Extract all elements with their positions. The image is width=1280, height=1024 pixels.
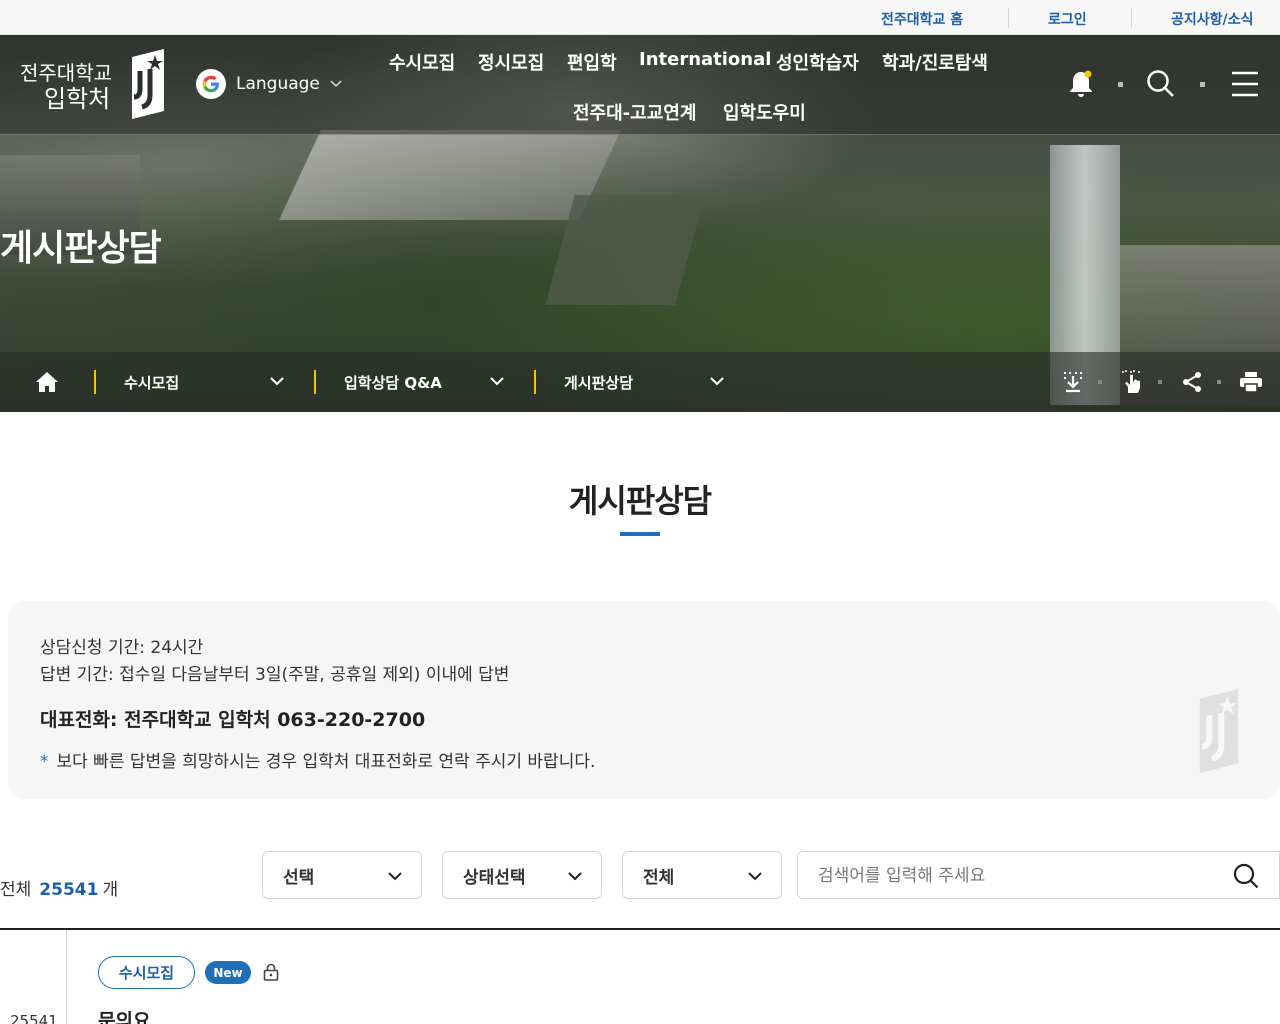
nav-susi[interactable]: 수시모집 — [389, 49, 455, 75]
answer-period-text: 답변 기간: 접수일 다음날부터 3일(주말, 공휴일 제외) 이내에 답변 — [40, 665, 510, 685]
nav-highschool-link[interactable]: 전주대-고교연계 — [573, 99, 696, 125]
category-select-value: 선택 — [283, 867, 315, 888]
download-icon[interactable] — [1062, 370, 1084, 394]
search-icon[interactable] — [1233, 863, 1259, 889]
chevron-down-icon[interactable] — [710, 374, 724, 388]
breadcrumb-item-susi[interactable]: 수시모집 — [124, 352, 179, 412]
bell-icon[interactable] — [1068, 69, 1094, 99]
divider — [1131, 8, 1132, 28]
breadcrumb-item-qna[interactable]: 입학상담 Q&A — [344, 352, 442, 412]
hero-title: 게시판상담 — [0, 228, 162, 269]
breadcrumb: 수시모집 입학상담 Q&A 게시판상담 — [0, 352, 1280, 412]
consult-period-text: 상담신청 기간: 24시간 — [40, 638, 204, 658]
nav-jeongsi[interactable]: 정시모집 — [478, 49, 544, 75]
logo-line2: 입학처 — [44, 85, 111, 113]
total-count: 전체 25541 개 — [0, 875, 118, 900]
asterisk-mark: * — [40, 752, 49, 772]
chevron-down-icon — [568, 872, 582, 881]
print-icon[interactable] — [1240, 372, 1262, 392]
touch-icon[interactable] — [1120, 369, 1144, 395]
search-scope-value: 전체 — [643, 867, 675, 888]
university-emblem-icon — [132, 49, 164, 119]
chevron-down-icon — [388, 872, 402, 881]
search-box — [797, 851, 1280, 899]
post-title-link[interactable]: 문의요 — [98, 1006, 150, 1024]
utility-bar: 전주대학교 홈 로그인 공지사항/소식 — [0, 0, 1280, 35]
share-icon[interactable] — [1181, 371, 1203, 393]
logo-line1: 전주대학교 — [20, 61, 112, 85]
site-logo[interactable]: 전주대학교 입학처 — [20, 61, 112, 114]
nav-transfer[interactable]: 편입학 — [567, 49, 617, 75]
main-header: 전주대학교 입학처 Language 수시모집 정시모집 편입학 Interna… — [0, 35, 1280, 135]
number-column-divider — [66, 930, 67, 1024]
notice-news-link[interactable]: 공지사항/소식 — [1171, 9, 1253, 29]
row-number: 25541 — [10, 1012, 58, 1024]
chevron-down-icon — [330, 80, 342, 88]
hero-banner: 전주대학교 입학처 Language 수시모집 정시모집 편입학 Interna… — [0, 35, 1280, 412]
breadcrumb-item-board[interactable]: 게시판상담 — [564, 352, 633, 412]
nav-department[interactable]: 학과/진로탐색 — [882, 49, 988, 75]
info-note: * 보다 빠른 답변을 희망하시는 경우 입학처 대표전화로 연락 주시기 바랍니… — [40, 747, 595, 772]
login-link[interactable]: 로그인 — [1048, 9, 1087, 29]
jeonju-univ-home-link[interactable]: 전주대학교 홈 — [881, 9, 963, 29]
chevron-down-icon[interactable] — [270, 374, 284, 388]
home-icon[interactable] — [35, 371, 59, 393]
new-badge: New — [205, 961, 251, 984]
search-input[interactable] — [818, 864, 1218, 888]
divider — [1008, 8, 1009, 28]
google-icon — [196, 69, 226, 99]
search-icon[interactable] — [1146, 69, 1176, 99]
total-number: 25541 — [39, 880, 99, 900]
search-scope-select[interactable]: 전체 — [622, 851, 782, 899]
representative-phone: 대표전화: 전주대학교 입학처 063-220-2700 — [40, 709, 426, 731]
category-tag: 수시모집 — [98, 956, 195, 989]
nav-helper[interactable]: 입학도우미 — [723, 99, 806, 125]
lock-icon — [263, 963, 279, 981]
language-label: Language — [236, 74, 320, 94]
list-top-border — [0, 928, 1280, 930]
info-box: 상담신청 기간: 24시간 답변 기간: 접수일 다음날부터 3일(주말, 공휴… — [8, 601, 1280, 799]
note-text: 보다 빠른 답변을 희망하시는 경우 입학처 대표전화로 연락 주시기 바랍니다… — [56, 752, 596, 772]
nav-international[interactable]: International — [639, 49, 771, 70]
language-selector[interactable]: Language — [196, 69, 342, 99]
total-label: 전체 — [0, 880, 32, 900]
category-select[interactable]: 선택 — [262, 851, 422, 899]
status-select-value: 상태선택 — [463, 867, 526, 888]
chevron-down-icon[interactable] — [490, 374, 504, 388]
status-select[interactable]: 상태선택 — [442, 851, 602, 899]
chevron-down-icon — [748, 872, 762, 881]
page-title: 게시판상담 — [568, 482, 712, 520]
university-emblem-watermark-icon — [1199, 689, 1239, 773]
nav-adult-learner[interactable]: 성인학습자 — [776, 49, 859, 75]
total-unit: 개 — [102, 880, 119, 900]
hamburger-menu-icon[interactable] — [1231, 71, 1259, 97]
title-underline — [620, 532, 660, 536]
